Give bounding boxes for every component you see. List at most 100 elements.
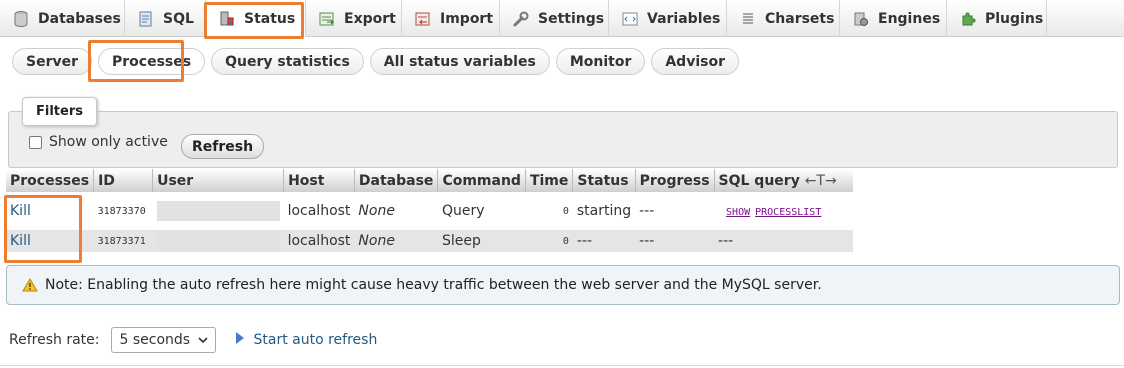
sql-query-header-label: SQL query: [718, 172, 800, 189]
host-cell: localhost: [283, 230, 355, 252]
show-only-active-label: Show only active: [49, 134, 168, 150]
tab-import[interactable]: Import: [402, 0, 500, 37]
column-header-sql-query[interactable]: SQL query ←T→: [714, 169, 854, 192]
top-navigation-bar: Databases SQL Status Export Import Setti…: [0, 0, 1124, 37]
tab-settings[interactable]: Settings: [500, 0, 609, 37]
show-only-active-option[interactable]: Show only active: [29, 134, 168, 150]
subtab-label: Query statistics: [225, 53, 350, 70]
tab-charsets[interactable]: Charsets: [727, 0, 840, 37]
subtab-label: All status variables: [383, 53, 536, 70]
process-list-table: Processes ID User Host Database Command …: [6, 169, 854, 252]
subtab-query-statistics[interactable]: Query statistics: [211, 48, 364, 75]
show-only-active-checkbox[interactable]: [29, 135, 42, 149]
sql-icon: [137, 11, 155, 27]
play-icon: [236, 332, 245, 348]
table-row: Kill 31873371 localhost None Sleep 0 ---…: [6, 230, 854, 252]
refresh-rate-label: Refresh rate:: [9, 332, 100, 348]
wrench-icon: [512, 11, 530, 27]
tab-label: SQL: [163, 10, 194, 27]
tab-label: Plugins: [985, 10, 1044, 27]
subtab-server[interactable]: Server: [12, 48, 93, 75]
start-auto-refresh-link[interactable]: Start auto refresh: [236, 332, 377, 348]
column-header-id[interactable]: ID: [93, 169, 154, 192]
variables-icon: [621, 11, 639, 27]
tab-variables[interactable]: Variables: [609, 0, 727, 37]
import-icon: [414, 11, 432, 27]
command-cell: Sleep: [437, 230, 526, 252]
refresh-button[interactable]: Refresh: [181, 134, 265, 159]
user-cell: [152, 192, 284, 230]
table-header-row: Processes ID User Host Database Command …: [6, 169, 854, 192]
time-cell: 0: [525, 230, 573, 252]
column-header-progress[interactable]: Progress: [635, 169, 715, 192]
filters-legend: Filters: [22, 97, 97, 126]
tab-label: Databases: [38, 10, 121, 27]
tab-plugins[interactable]: Plugins: [947, 0, 1047, 37]
refresh-rate-controls: Refresh rate: 5 seconds Start auto refre…: [9, 327, 377, 353]
warning-icon: [21, 277, 39, 293]
sql-query-cell: SHOW PROCESSLIST: [714, 192, 854, 230]
subtab-label: Monitor: [569, 53, 632, 70]
refresh-rate-value: 5 seconds: [119, 332, 191, 348]
database-cell: None: [354, 192, 438, 230]
subtab-monitor[interactable]: Monitor: [555, 48, 646, 75]
sql-query-toggle-icon[interactable]: ←T→: [805, 173, 837, 189]
column-header-host[interactable]: Host: [283, 169, 355, 192]
filters-fieldset: [8, 111, 1118, 168]
progress-cell: ---: [635, 192, 715, 230]
process-id: 31873370: [93, 192, 153, 230]
sql-query-cell: ---: [714, 230, 854, 252]
column-header-processes: Processes: [6, 169, 95, 192]
tab-label: Variables: [647, 10, 721, 27]
charsets-icon: [739, 11, 757, 27]
subtab-label: Server: [26, 53, 79, 70]
tab-label: Charsets: [765, 10, 835, 27]
subtab-label: Advisor: [665, 53, 725, 70]
tab-label: Import: [440, 10, 494, 27]
refresh-rate-select[interactable]: 5 seconds: [111, 327, 217, 353]
sub-navigation: Server Processes Query statistics All st…: [12, 48, 739, 75]
host-cell: localhost: [283, 192, 355, 230]
tab-label: Engines: [878, 10, 941, 27]
redacted-user: [156, 231, 280, 251]
subtab-all-status-variables[interactable]: All status variables: [369, 48, 550, 75]
column-header-database[interactable]: Database: [354, 169, 439, 192]
progress-cell: ---: [635, 230, 715, 252]
column-header-command[interactable]: Command: [437, 169, 526, 192]
database-cell: None: [354, 230, 438, 252]
subtab-label: Processes: [112, 53, 192, 70]
database-icon: [12, 10, 30, 27]
notice-text: Note: Enabling the auto refresh here mig…: [45, 277, 822, 293]
sql-keyword-link[interactable]: SHOW: [726, 207, 750, 218]
user-cell: [152, 230, 284, 252]
tab-status[interactable]: Status: [206, 0, 306, 37]
tab-export[interactable]: Export: [306, 0, 402, 37]
subtab-processes[interactable]: Processes: [98, 48, 206, 75]
tab-sql[interactable]: SQL: [125, 0, 206, 37]
tab-label: Status: [244, 10, 296, 27]
column-header-user[interactable]: User: [152, 169, 285, 192]
kill-link[interactable]: Kill: [6, 230, 94, 252]
status-cell: starting: [572, 192, 636, 230]
status-cell: ---: [572, 230, 636, 252]
sql-keyword-link[interactable]: PROCESSLIST: [755, 207, 821, 218]
table-row: Kill 31873370 localhost None Query 0 sta…: [6, 192, 854, 230]
divider: [0, 365, 1124, 366]
puzzle-icon: [959, 11, 977, 27]
column-header-status[interactable]: Status: [572, 169, 636, 192]
tab-engines[interactable]: Engines: [840, 0, 947, 37]
command-cell: Query: [437, 192, 526, 230]
auto-refresh-notice: Note: Enabling the auto refresh here mig…: [6, 265, 1120, 305]
tab-databases[interactable]: Databases: [0, 0, 125, 37]
time-cell: 0: [525, 192, 573, 230]
engines-icon: [852, 11, 870, 27]
tab-label: Export: [344, 10, 396, 27]
start-auto-refresh-label: Start auto refresh: [253, 332, 378, 348]
subtab-advisor[interactable]: Advisor: [651, 48, 739, 75]
kill-link[interactable]: Kill: [6, 192, 94, 230]
tab-label: Settings: [538, 10, 605, 27]
process-id: 31873371: [93, 230, 153, 252]
chevron-down-icon: [198, 332, 209, 348]
status-icon: [218, 11, 236, 27]
column-header-time[interactable]: Time: [525, 169, 574, 192]
